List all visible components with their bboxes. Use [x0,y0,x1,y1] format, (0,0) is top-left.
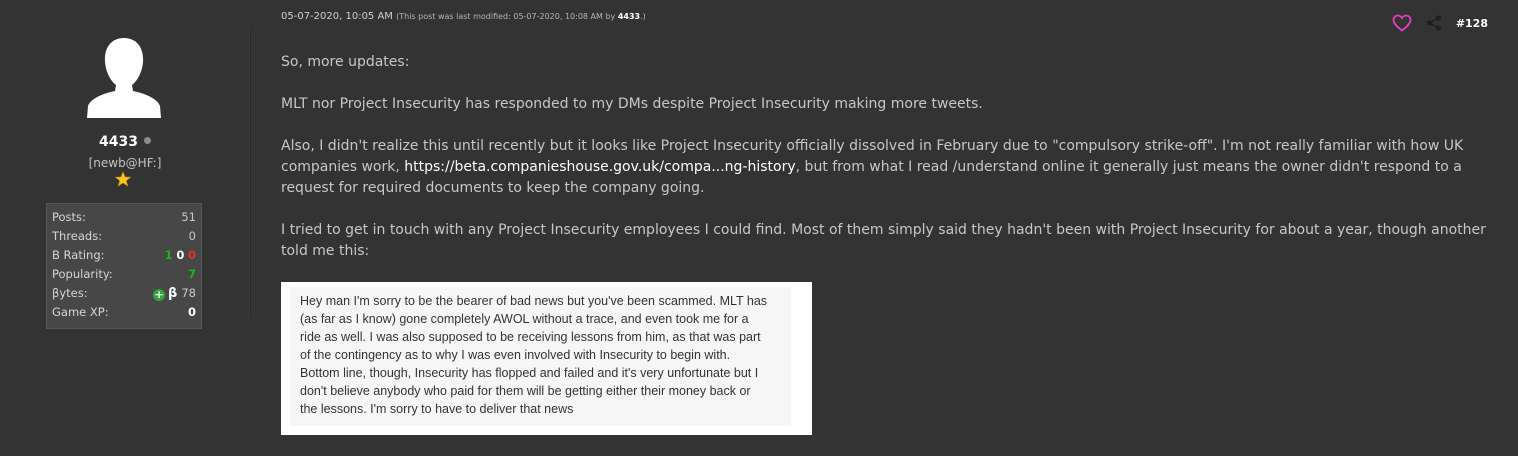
modified-suffix: .) [640,12,646,21]
modified-note: (This post was last modified: 05-07-2020… [396,12,646,21]
post-date: 05-07-2020, 10:05 AM [281,11,393,22]
quote-line: (as far as I know) gone completely AWOL … [300,312,749,326]
modified-by-user[interactable]: 4433 [618,12,640,21]
plus-icon[interactable]: + [153,289,166,301]
user-stats-box: Posts: 51 Threads: 0 B Rating: 1 0 0 Pop… [46,203,202,329]
username[interactable]: 4433 [0,134,250,150]
quote-line: the lessons. I'm sorry to have to delive… [300,402,574,416]
stat-value[interactable]: 0 [189,227,196,246]
stat-posts: Posts: 51 [52,208,196,227]
stat-popularity: Popularity: 7 [52,265,196,284]
stat-value[interactable]: 7 [188,265,196,284]
post-paragraph: Also, I didn't realize this until recent… [281,136,1486,199]
default-avatar-icon[interactable] [84,36,164,118]
post-paragraph: I tried to get in touch with any Project… [281,222,1486,259]
post-meta: 05-07-2020, 10:05 AM (This post was last… [281,11,646,22]
stat-game-xp: Game XP: 0 [52,303,196,322]
user-sidebar: 4433 [newb@HF:] Posts: 51 Threads: 0 B R… [0,0,250,456]
bytes-symbol: β [168,286,178,301]
username-text[interactable]: 4433 [99,134,138,150]
quote-line: of the contingency as to why I was even … [300,348,731,362]
companies-house-link[interactable]: https://beta.companieshouse.gov.uk/compa… [404,159,795,175]
post-paragraph: So, more updates: [281,54,410,70]
user-title: [newb@HF:] [88,156,162,170]
post-body: So, more updates: MLT nor Project Insecu… [281,52,1486,283]
offline-status-icon [143,137,151,144]
quote-line: don't believe anybody who paid for them … [300,384,751,398]
sidebar-divider [249,28,251,318]
stat-label: Popularity: [52,267,113,281]
quoted-message-image[interactable]: Hey man I'm sorry to be the bearer of ba… [281,282,812,435]
stat-label: B Rating: [52,248,105,262]
post-number-link[interactable]: #128 [1456,17,1488,30]
stat-label: Game XP: [52,305,109,319]
stat-label: Threads: [52,229,103,243]
rating-negative: 0 [187,248,196,262]
stat-value[interactable]: 0 [188,303,196,322]
modified-prefix: (This post was last modified: 05-07-2020… [396,12,618,21]
rating-neutral: 0 [176,248,185,262]
heart-icon[interactable] [1392,14,1412,32]
stat-value[interactable]: 51 [181,208,196,227]
quoted-message: Hey man I'm sorry to be the bearer of ba… [290,287,791,426]
bytes-values: + β 78 [153,284,196,303]
quote-line: ride as well. I was also supposed to be … [300,330,761,344]
quote-line: Hey man I'm sorry to be the bearer of ba… [300,294,768,308]
stat-threads: Threads: 0 [52,227,196,246]
rating-positive: 1 [164,248,173,262]
quote-line: Bottom line, though, Insecurity has flop… [300,366,759,380]
stat-bytes: βytes: + β 78 [52,284,196,303]
stat-label: Posts: [52,210,86,224]
post-actions: #128 [1392,14,1488,32]
share-icon[interactable] [1426,15,1442,31]
stat-value: 78 [181,286,196,300]
post-paragraph: MLT nor Project Insecurity has responded… [281,96,983,112]
stat-b-rating: B Rating: 1 0 0 [52,246,196,265]
b-rating-values[interactable]: 1 0 0 [165,246,196,265]
stat-label: βytes: [52,286,88,300]
star-icon [115,171,131,187]
